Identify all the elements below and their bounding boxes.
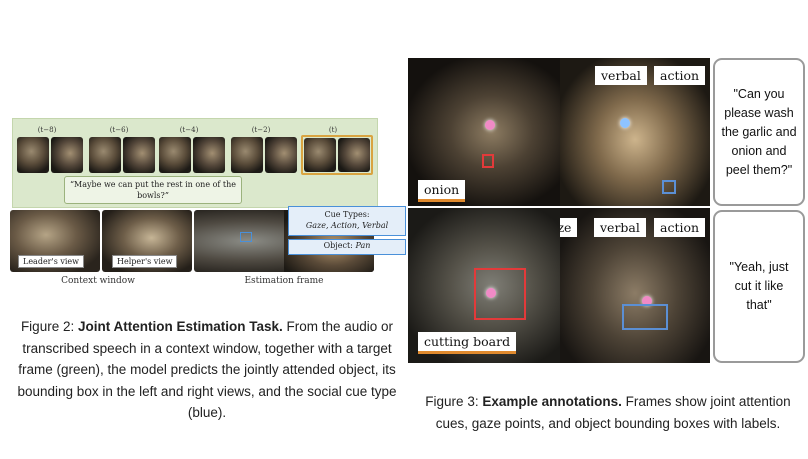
caption-title: Example annotations. (482, 394, 622, 409)
object-bbox (482, 154, 494, 168)
object-bbox (662, 180, 676, 194)
caption-prefix: Figure 3: (425, 394, 483, 409)
timeline-label: (t−8) (37, 126, 57, 134)
caption-title: Joint Attention Estimation Task. (77, 319, 283, 334)
timeline-frame (159, 137, 225, 173)
gaze-point (620, 118, 630, 128)
timeline-frame (17, 137, 83, 173)
caption-body: From the audio or transcribed speech in … (17, 319, 397, 420)
cue-tag-action: action (654, 218, 706, 237)
helper-view-frame: Helper's view (102, 210, 192, 272)
utterance-box-1: "Can you please wash the garlic and onio… (713, 58, 805, 206)
object-bbox-left (240, 232, 252, 242)
gaze-point (486, 288, 496, 298)
annotation-frame-helper-2: gaze verbal action (560, 208, 710, 363)
annotation-frame-leader-1: onion (408, 58, 560, 206)
gaze-point (485, 120, 495, 130)
object-tag-onion: onion (418, 180, 466, 202)
caption-prefix: Figure 2: (20, 319, 78, 334)
figure-3-caption: Figure 3: Example annotations. Frames sh… (410, 391, 806, 434)
object-box: Object: Pan (288, 239, 406, 255)
timeline-label: (t−4) (179, 126, 199, 134)
leader-view-label: Leader's view (18, 255, 85, 268)
figure-2-caption: Figure 2: Joint Attention Estimation Tas… (6, 316, 408, 424)
cue-tag-gaze: gaze (560, 218, 578, 237)
utterance-box-2: "Yeah, just cut it like that" (713, 210, 805, 363)
object-tag-cutting-board: cutting board (418, 332, 517, 354)
timeline-label: (t−2) (251, 126, 271, 134)
cue-tag-verbal: verbal (594, 218, 646, 237)
cue-tag-verbal: verbal (595, 66, 647, 85)
object-value: Pan (355, 241, 371, 250)
leader-view-frame: Leader's view (10, 210, 100, 272)
object-bbox (622, 304, 668, 330)
speech-bubble: “Maybe we can put the rest in one of the… (64, 176, 242, 204)
estimation-frame-caption: Estimation frame (244, 276, 324, 286)
target-frame (301, 135, 373, 175)
timeline-frame (89, 137, 155, 173)
timeline-label: (t−6) (109, 126, 129, 134)
object-label: Object: (323, 241, 353, 250)
context-window-caption: Context window (61, 276, 135, 286)
timeline-label: (t) (328, 126, 338, 134)
cue-tag-action: action (654, 66, 706, 85)
object-bbox (474, 268, 526, 320)
cue-types-box: Cue Types: Gaze, Action, Verbal (288, 206, 406, 236)
cue-types-heading: Cue Types: (324, 210, 370, 219)
annotation-frame-leader-2: cutting board (408, 208, 560, 363)
helper-view-label: Helper's view (112, 255, 178, 268)
timeline-frame (231, 137, 297, 173)
annotation-frame-helper-1: verbal action (560, 58, 710, 206)
figure-2: (t−8) (t−6) (t−4) (t−2) (t) Leader's vie… (6, 118, 408, 288)
cue-types-values: Gaze, Action, Verbal (305, 221, 389, 230)
